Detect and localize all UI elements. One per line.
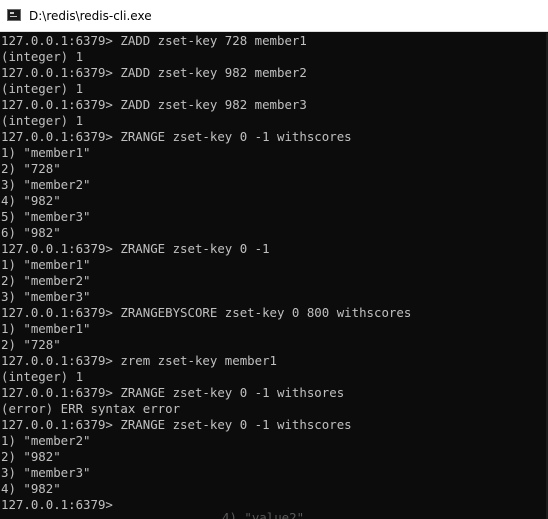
background-window-text: 4) "value2" (222, 510, 305, 519)
window-title: D:\redis\redis-cli.exe (29, 9, 152, 23)
console-line: 4) "982" (1, 481, 61, 496)
console-line: 3) "member3" (1, 289, 91, 304)
console-line: 5) "member3" (1, 209, 91, 224)
title-bar[interactable]: D:\redis\redis-cli.exe (0, 0, 548, 32)
console-line: 127.0.0.1:6379> ZRANGE zset-key 0 -1 (1, 241, 270, 256)
console-app-icon (7, 9, 21, 21)
console-line: (integer) 1 (1, 369, 84, 384)
console-line: 2) "728" (1, 337, 61, 352)
console-line: 1) "member1" (1, 321, 91, 336)
console-line: (integer) 1 (1, 49, 84, 64)
console-line: 3) "member2" (1, 177, 91, 192)
console-line: 3) "member3" (1, 465, 91, 480)
console-line: 1) "member2" (1, 433, 91, 448)
console-line: 2) "982" (1, 449, 61, 464)
console-line: 127.0.0.1:6379> ZRANGE zset-key 0 -1 wit… (1, 417, 352, 432)
console-line: 2) "728" (1, 161, 61, 176)
console-line: (integer) 1 (1, 81, 84, 96)
console-line: 127.0.0.1:6379> ZRANGE zset-key 0 -1 wit… (1, 129, 352, 144)
console-line: 127.0.0.1:6379> ZRANGE zset-key 0 -1 wit… (1, 385, 345, 400)
console-line: 1) "member1" (1, 145, 91, 160)
console-line: 4) "982" (1, 193, 61, 208)
console-line: 127.0.0.1:6379> ZADD zset-key 982 member… (1, 97, 307, 112)
console-line: 127.0.0.1:6379> zrem zset-key member1 (1, 353, 278, 368)
console-line: 127.0.0.1:6379> ZRANGEBYSCORE zset-key 0… (1, 305, 412, 320)
redis-cli-window: D:\redis\redis-cli.exe 127.0.0.1:6379> Z… (0, 0, 548, 519)
console-line: 127.0.0.1:6379> ZADD zset-key 982 member… (1, 65, 307, 80)
console-line: 127.0.0.1:6379> ZADD zset-key 728 member… (1, 33, 307, 48)
console-output[interactable]: 127.0.0.1:6379> ZADD zset-key 728 member… (0, 33, 548, 519)
console-line: (error) ERR syntax error (1, 401, 181, 416)
console-line: 2) "member2" (1, 273, 91, 288)
console-line: 1) "member1" (1, 257, 91, 272)
console-line: 6) "982" (1, 225, 61, 240)
console-line: (integer) 1 (1, 113, 84, 128)
